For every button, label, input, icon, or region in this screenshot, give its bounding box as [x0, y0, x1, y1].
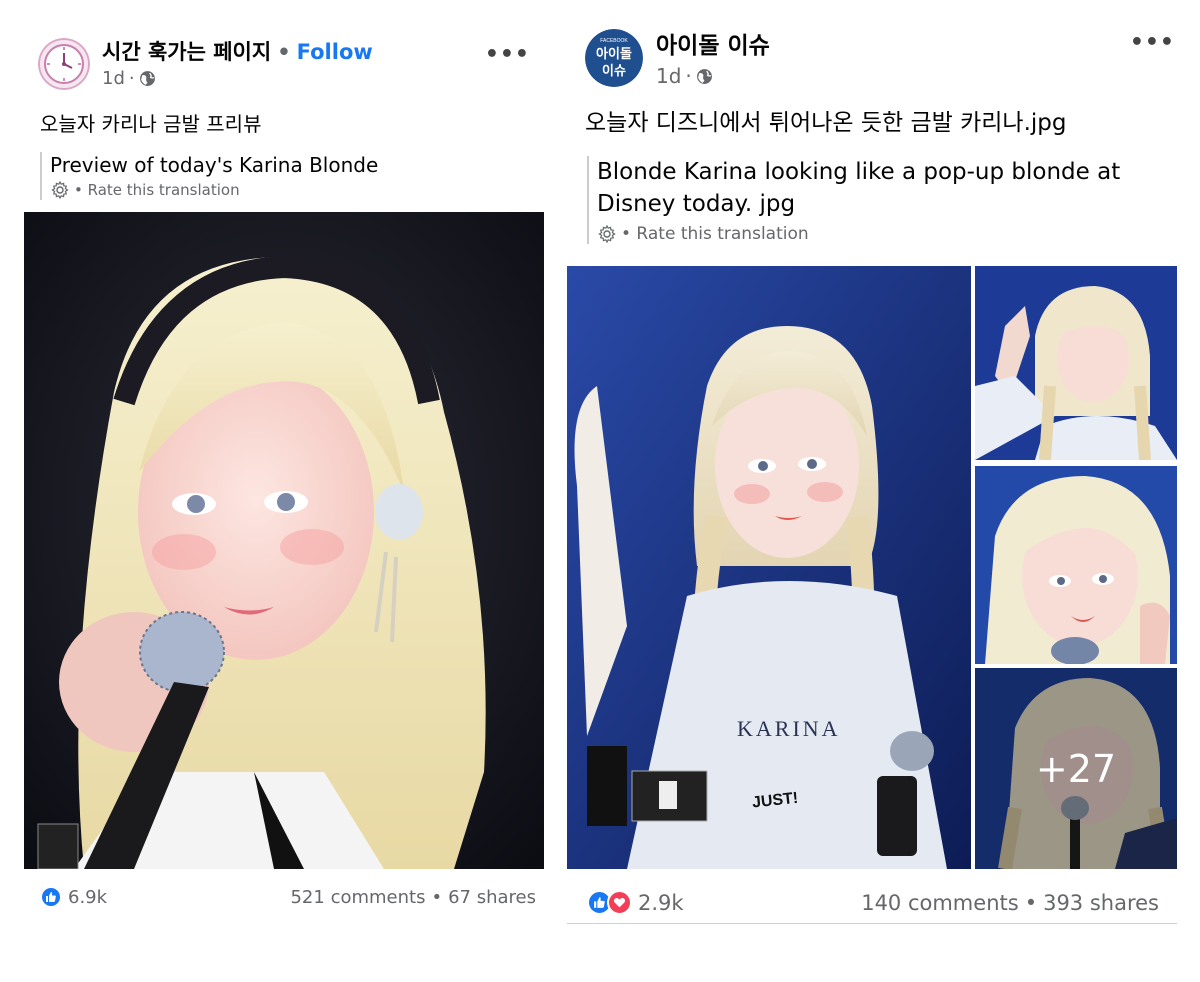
page-name[interactable]: 시간 훅가는 페이지 [102, 40, 271, 64]
rate-translation-label: • Rate this translation [621, 224, 809, 244]
more-photos-count: +27 [1035, 746, 1117, 791]
page-avatar[interactable]: FACEBOOK 아이돌 이슈 [585, 29, 643, 87]
gear-icon [51, 180, 69, 200]
counts-separator: • [1024, 890, 1038, 915]
avatar-small-text: FACEBOOK [600, 38, 628, 44]
post-text: 오늘자 디즈니에서 튀어나온 듯한 금발 카리나.jpg [585, 110, 1067, 136]
post-text: 오늘자 카리나 금발 프리뷰 [40, 112, 262, 136]
more-icon[interactable]: ••• [1130, 30, 1175, 55]
engagement-counts: 140 comments • 393 shares [861, 891, 1159, 915]
clock-icon [38, 38, 90, 90]
post-meta: 1d · [102, 68, 156, 89]
rate-translation-link[interactable]: • Rate this translation [50, 180, 544, 200]
page-name[interactable]: 아이돌 이슈 [656, 26, 770, 60]
gear-icon [598, 224, 616, 244]
reactions[interactable]: 6.9k [40, 886, 107, 908]
separator: • [277, 40, 291, 64]
post-card: 시간 훅가는 페이지 • Follow 1d · ••• 오늘자 카리나 금발 프리… [24, 28, 544, 928]
shares-link[interactable]: 67 shares [448, 887, 536, 908]
comments-link[interactable]: 521 comments [290, 887, 425, 908]
love-icon [607, 890, 632, 915]
counts-separator: • [431, 886, 443, 908]
rate-translation-link[interactable]: • Rate this translation [597, 224, 1177, 244]
translation-block: Blonde Karina looking like a pop-up blon… [587, 156, 1177, 244]
avatar-text-line2: 이슈 [602, 63, 626, 79]
avatar-text-line1: 아이돌 [596, 46, 632, 62]
concert-photo [975, 466, 1177, 664]
globe-icon [139, 71, 155, 86]
post-header: 시간 훅가는 페이지 • Follow 1d · ••• [24, 28, 544, 98]
page-name-row: 시간 훅가는 페이지 • Follow [102, 36, 373, 66]
post-photo-main[interactable]: KARINA JUST! [567, 266, 971, 869]
engagement-counts: 521 comments • 67 shares [290, 887, 536, 908]
follow-button[interactable]: Follow [297, 40, 373, 64]
post-card: FACEBOOK 아이돌 이슈 아이돌 이슈 1d · ••• 오늘자 디즈니에… [567, 22, 1177, 927]
post-photo-thumb[interactable]: +27 [975, 668, 1177, 869]
more-photos-overlay[interactable]: +27 [975, 668, 1177, 869]
page-logo: FACEBOOK 아이돌 이슈 [585, 29, 643, 87]
reaction-count: 6.9k [68, 886, 108, 908]
post-time[interactable]: 1d [656, 64, 681, 88]
reactions[interactable]: 2.9k [587, 890, 684, 915]
post-footer: 2.9k 140 comments • 393 shares [567, 890, 1177, 915]
translation-block: Preview of today's Karina Blonde • Rate … [40, 152, 544, 200]
concert-photo [975, 266, 1177, 460]
shirt-text: KARINA [737, 716, 841, 741]
concert-photo: KARINA JUST! [567, 266, 971, 869]
like-icon [40, 886, 62, 908]
rate-translation-label: • Rate this translation [74, 181, 240, 199]
post-photo[interactable] [24, 212, 544, 869]
shares-link[interactable]: 393 shares [1043, 891, 1159, 915]
post-photo-thumb[interactable] [975, 266, 1177, 460]
concert-photo [24, 212, 544, 869]
translation-text: Preview of today's Karina Blonde [50, 153, 379, 177]
post-photo-thumb[interactable] [975, 466, 1177, 664]
page-avatar[interactable] [38, 38, 90, 90]
post-footer: 6.9k 521 comments • 67 shares [24, 886, 544, 908]
time-separator: · [128, 68, 135, 89]
reaction-count: 2.9k [638, 890, 684, 915]
footer-divider [567, 923, 1177, 924]
post-time[interactable]: 1d [102, 68, 125, 89]
comments-link[interactable]: 140 comments [861, 891, 1018, 915]
translation-text: Blonde Karina looking like a pop-up blon… [597, 159, 1121, 217]
time-separator: · [685, 64, 692, 88]
globe-icon [696, 68, 712, 84]
more-icon[interactable]: ••• [485, 42, 530, 67]
post-meta: 1d · [656, 64, 713, 88]
post-header: FACEBOOK 아이돌 이슈 아이돌 이슈 1d · ••• [567, 22, 1177, 92]
